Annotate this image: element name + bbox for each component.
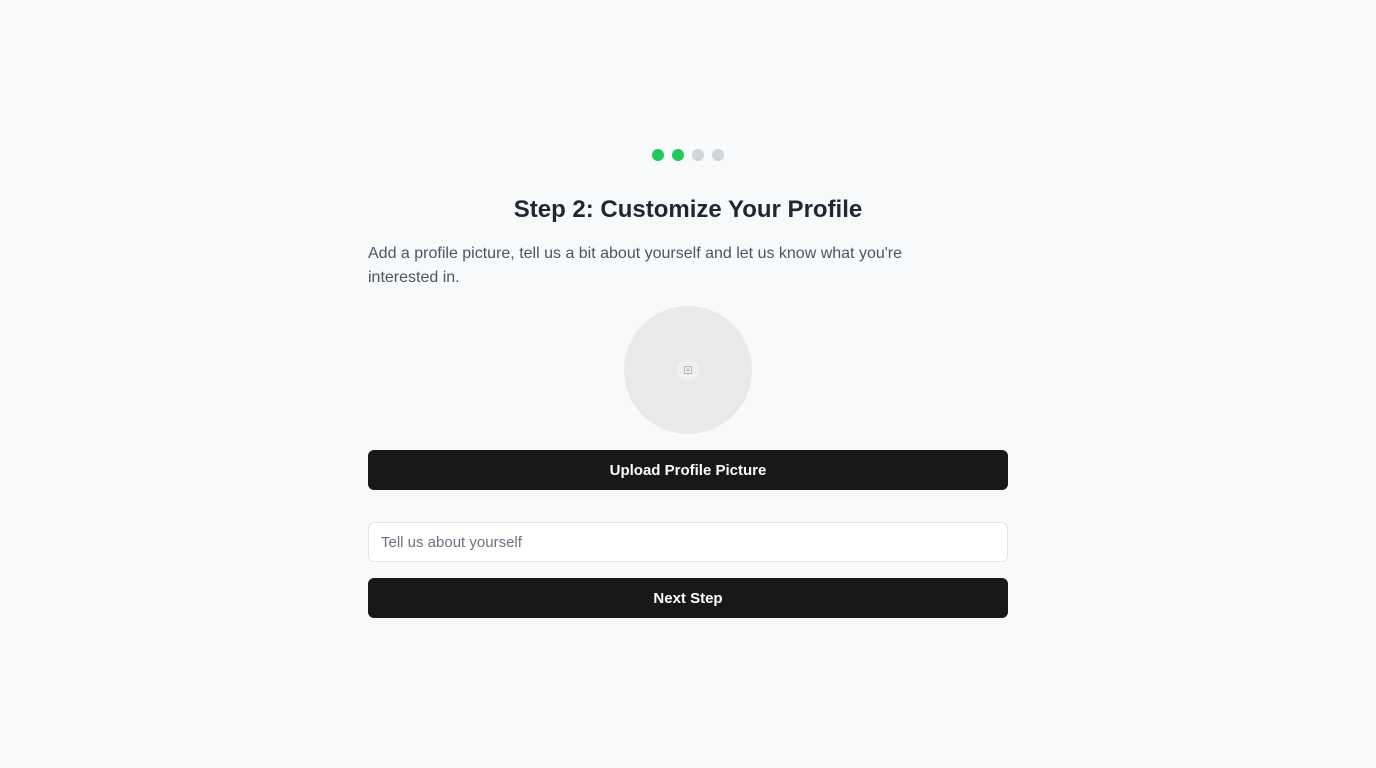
image-placeholder-icon xyxy=(677,359,699,381)
avatar-preview xyxy=(624,306,752,434)
step-dot-1 xyxy=(652,149,664,161)
step-dot-3 xyxy=(692,149,704,161)
upload-profile-picture-button[interactable]: Upload Profile Picture xyxy=(368,450,1008,490)
next-step-button[interactable]: Next Step xyxy=(368,578,1008,618)
step-dot-2 xyxy=(672,149,684,161)
bio-input[interactable] xyxy=(368,522,1008,562)
step-progress-indicator xyxy=(0,149,1376,161)
step-dot-4 xyxy=(712,149,724,161)
profile-step-page: Step 2: Customize Your Profile Add a pro… xyxy=(0,0,1376,768)
page-title: Step 2: Customize Your Profile xyxy=(513,196,863,223)
page-description: Add a profile picture, tell us a bit abo… xyxy=(368,245,903,286)
